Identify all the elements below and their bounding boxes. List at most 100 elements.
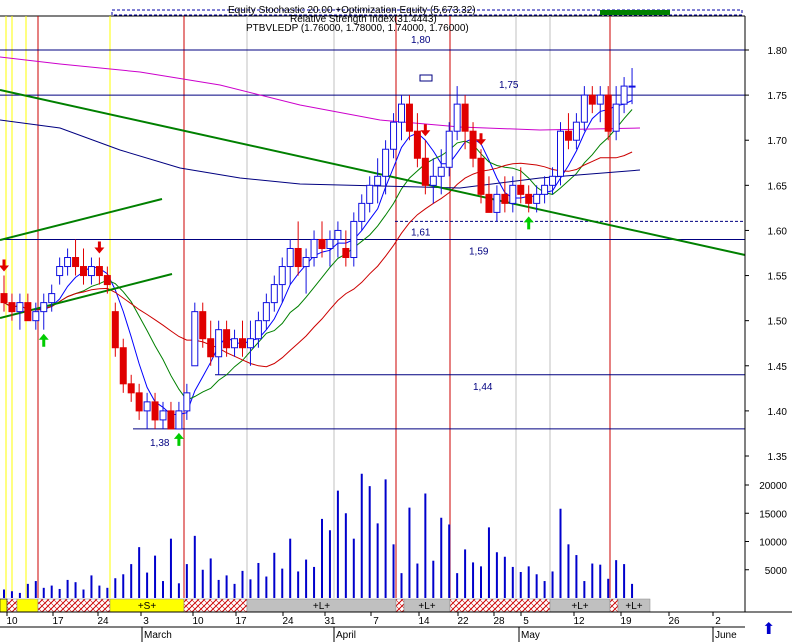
- price-tick-label: 1.70: [768, 136, 788, 147]
- price-tick-label: 1.55: [768, 272, 788, 283]
- volume-tick-label: 5000: [765, 566, 788, 577]
- signal-band: [609, 598, 619, 613]
- candle-body: [175, 410, 183, 430]
- candle-body: [191, 311, 199, 367]
- month-label: May: [521, 630, 540, 641]
- band-label: +L+: [571, 601, 588, 612]
- x-tick-label: 26: [668, 616, 680, 627]
- x-tick-label: 31: [324, 616, 336, 627]
- candle-body: [549, 175, 557, 186]
- candle-body: [557, 130, 564, 177]
- candle-body: [56, 266, 64, 277]
- candle-body: [620, 85, 628, 105]
- volume-tick-label: 20000: [759, 481, 787, 492]
- signal-band: [395, 598, 405, 613]
- candle-body: [604, 94, 612, 132]
- level-label: 1,59: [469, 246, 489, 257]
- candle-body: [223, 329, 231, 349]
- volume-tick-label: 15000: [759, 509, 787, 520]
- candle-body: [485, 193, 493, 213]
- marker-box: [419, 74, 433, 82]
- x-tick-label: 7: [373, 616, 379, 627]
- candle-body: [48, 293, 56, 304]
- candle-body: [318, 238, 326, 249]
- sell-arrow-icon: [94, 241, 105, 254]
- candle-body: [525, 193, 533, 204]
- candle-body: [405, 103, 413, 132]
- price-tick-label: 1.45: [768, 362, 788, 373]
- candle-body: [453, 103, 461, 132]
- candle-body: [127, 383, 135, 394]
- candle-body: [445, 130, 453, 168]
- x-tick-label: 5: [523, 616, 529, 627]
- candle-body: [286, 247, 294, 268]
- candle-body: [398, 103, 405, 123]
- candle-body: [509, 184, 517, 204]
- sell-arrow-icon: [0, 259, 9, 272]
- candle-body: [270, 284, 278, 304]
- candle-body: [183, 392, 191, 412]
- candle-body: [469, 130, 477, 159]
- band-label: +L+: [625, 601, 642, 612]
- x-tick-label: 17: [235, 616, 247, 627]
- candle-body: [199, 311, 207, 340]
- sell-arrow-icon: [476, 133, 486, 146]
- signal-band: [0, 598, 8, 613]
- trendline-main: [0, 89, 746, 256]
- candle-body: [207, 338, 215, 358]
- candle-body: [103, 275, 111, 286]
- candle-body: [310, 238, 318, 259]
- candle-body: [342, 247, 350, 259]
- level-label: 1,44: [473, 382, 493, 393]
- band-label: +L+: [313, 601, 330, 612]
- signal-band: [16, 598, 39, 613]
- level-label: 1,61: [411, 227, 431, 238]
- chart-gridlines: [5, 16, 611, 598]
- candle-body: [628, 85, 636, 88]
- candle-body: [326, 238, 334, 249]
- candle-body: [24, 302, 32, 322]
- candle-body: [429, 175, 437, 186]
- candle-body: [302, 257, 310, 268]
- price-tick-label: 1.80: [768, 46, 788, 57]
- band-label: +S+: [138, 601, 157, 612]
- signal-bands: +S+ +L+ +L+ +L+ +L+: [0, 598, 651, 613]
- ma-mid-line: [3, 109, 633, 401]
- scroll-up-arrow-icon[interactable]: ⬆: [762, 621, 775, 638]
- candle-body: [246, 338, 254, 349]
- buy-arrow-icon: [173, 432, 184, 446]
- header-band-green: [600, 10, 670, 15]
- x-tick-label: 17: [52, 616, 64, 627]
- candle-body: [262, 302, 270, 322]
- candle-body: [564, 130, 572, 141]
- candle-body: [413, 130, 421, 159]
- header-line3: PTBVLEDP (1.76000, 1.78000, 1.74000, 1.7…: [246, 23, 469, 34]
- candle-body: [580, 94, 588, 123]
- candle-body: [588, 94, 596, 105]
- level-label: 1,38: [150, 438, 170, 449]
- ma-long-line: [0, 56, 641, 131]
- x-tick-label: 28: [493, 616, 505, 627]
- candle-body: [135, 392, 143, 412]
- candle-body: [517, 184, 525, 195]
- candle-body: [493, 193, 501, 213]
- candle-body: [231, 338, 239, 349]
- candle-body: [80, 266, 87, 277]
- stock-chart: 1,80 1,75 1,61 1,59 1,44 1,38 +S+ +L+ +L+ +L+ +L+…: [0, 0, 792, 642]
- candle-body: [119, 347, 127, 385]
- x-tick-label: 10: [192, 616, 204, 627]
- signal-band: [449, 598, 551, 613]
- buy-arrow-icon: [38, 333, 49, 347]
- candle-body: [390, 121, 398, 150]
- candle-body: [72, 257, 80, 268]
- candle-body: [374, 175, 382, 186]
- volume-bars: [3, 473, 634, 598]
- signal-band: [37, 598, 111, 613]
- x-tick-label: 22: [457, 616, 469, 627]
- signal-band: [183, 598, 248, 613]
- candle-body: [501, 193, 509, 204]
- candle-body: [32, 311, 40, 322]
- candle-body: [87, 266, 95, 277]
- candle-body: [382, 148, 390, 177]
- candle-body: [64, 257, 72, 268]
